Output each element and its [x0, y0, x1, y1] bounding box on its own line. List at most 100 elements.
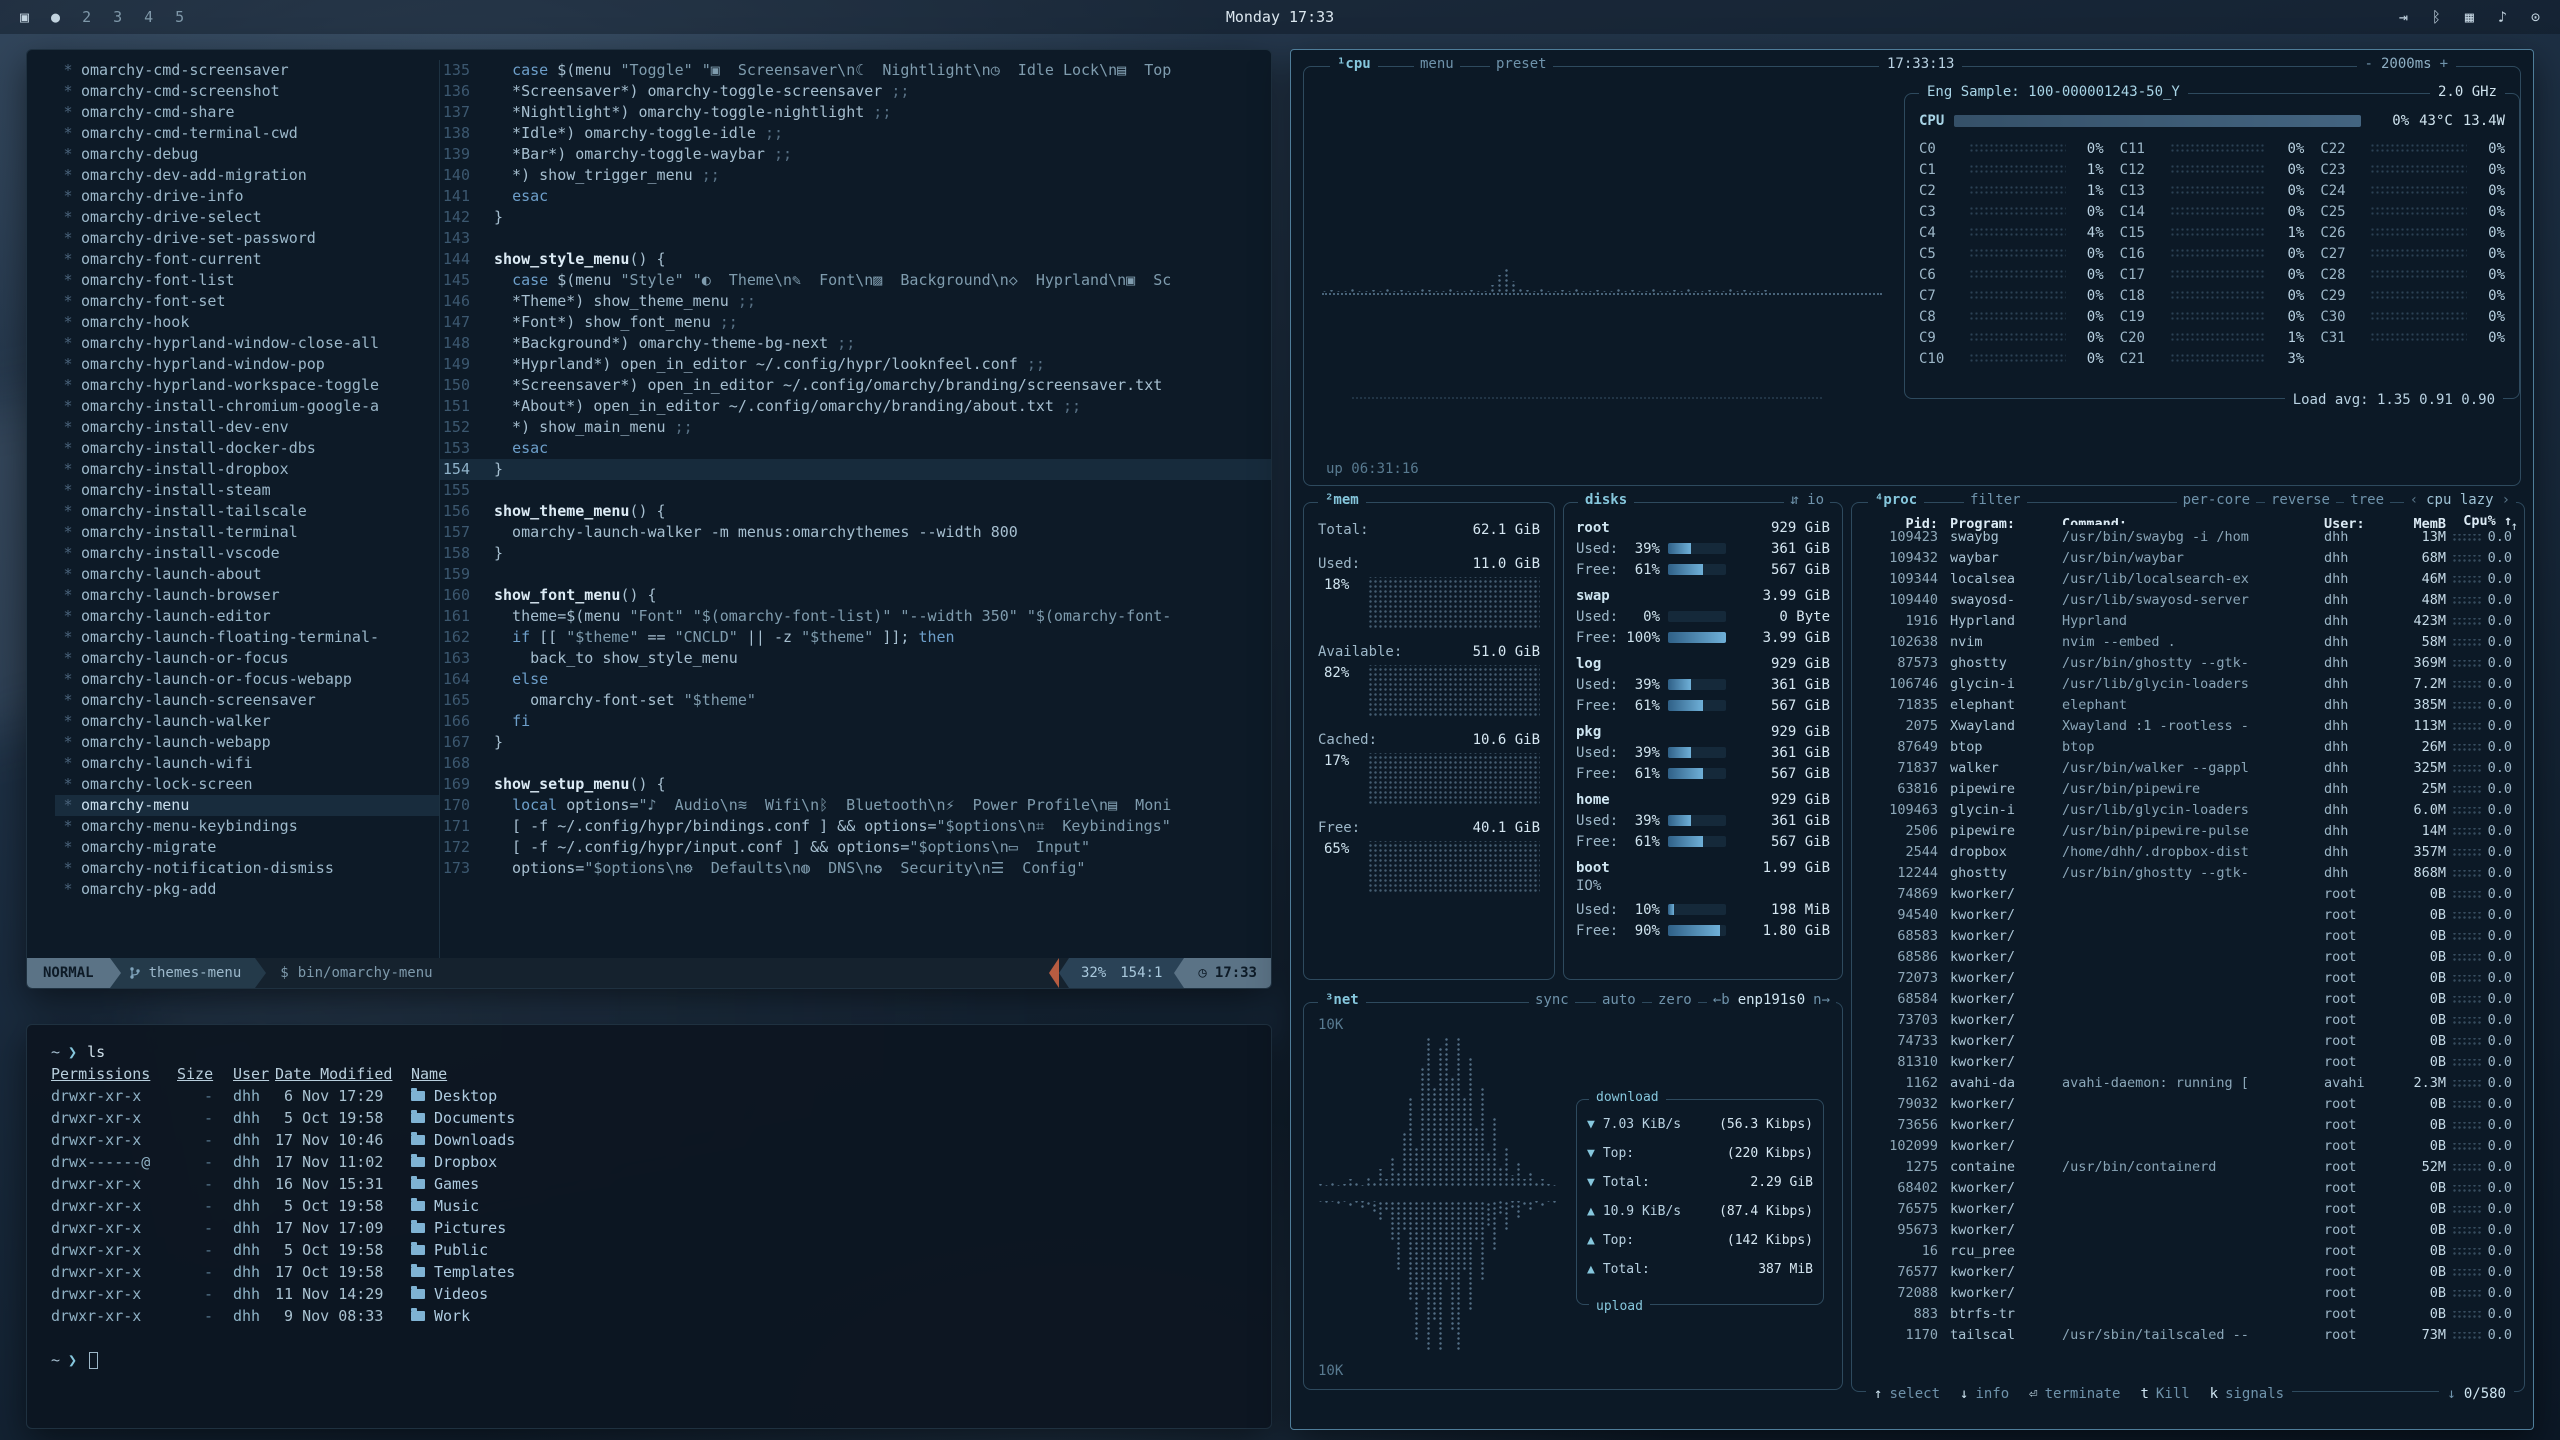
process-row[interactable]: 68583 kworker/ root 0B 0.0 — [1852, 926, 2524, 947]
process-row[interactable]: 74869 kworker/ root 0B 0.0 — [1852, 884, 2524, 905]
code-line[interactable]: 159 — [440, 564, 1271, 585]
sidebar-file-item[interactable]: * omarchy-font-list — [55, 270, 439, 291]
process-row[interactable]: 883 btrfs-tr root 0B 0.0 — [1852, 1304, 2524, 1325]
preset-button[interactable]: preset — [1490, 56, 1553, 72]
process-row[interactable]: 102099 kworker/ root 0B 0.0 — [1852, 1136, 2524, 1157]
code-line[interactable]: 137 *Nightlight*) omarchy-toggle-nightli… — [440, 102, 1271, 123]
workspace-5[interactable]: 5 — [175, 8, 184, 26]
tab-net[interactable]: ³net — [1318, 992, 1366, 1008]
sidebar-file-item[interactable]: * omarchy-launch-floating-terminal- — [55, 627, 439, 648]
process-row[interactable]: 73703 kworker/ root 0B 0.0 — [1852, 1010, 2524, 1031]
process-row[interactable]: 79032 kworker/ root 0B 0.0 — [1852, 1094, 2524, 1115]
process-row[interactable]: 68584 kworker/ root 0B 0.0 — [1852, 989, 2524, 1010]
sidebar-file-item[interactable]: * omarchy-launch-or-focus — [55, 648, 439, 669]
code-line[interactable]: 170 local options="♪ Audio\n≋ Wifi\nᛒ Bl… — [440, 795, 1271, 816]
footer-key[interactable]: ↓ info — [1960, 1386, 2009, 1402]
code-line[interactable]: 167 } — [440, 732, 1271, 753]
process-row[interactable]: 1170 tailscal /usr/sbin/tailscaled -- ro… — [1852, 1325, 2524, 1346]
process-row[interactable]: 95673 kworker/ root 0B 0.0 — [1852, 1220, 2524, 1241]
code-line[interactable]: 164 else — [440, 669, 1271, 690]
process-row[interactable]: 74733 kworker/ root 0B 0.0 — [1852, 1031, 2524, 1052]
process-row[interactable]: 102638 nvim nvim --embed . dhh 58M 0.0 — [1852, 632, 2524, 653]
workspace-window-icon[interactable]: ▣ — [20, 8, 29, 26]
sort-selector[interactable]: ‹ cpu lazy › — [2404, 492, 2516, 508]
sidebar-file-item[interactable]: * omarchy-font-current — [55, 249, 439, 270]
sidebar-file-item[interactable]: * omarchy-install-docker-dbs — [55, 438, 439, 459]
process-row[interactable]: 81310 kworker/ root 0B 0.0 — [1852, 1052, 2524, 1073]
workspace-3[interactable]: 3 — [113, 8, 122, 26]
sidebar-file-item[interactable]: * omarchy-notification-dismiss — [55, 858, 439, 879]
sidebar-file-item[interactable]: * omarchy-hyprland-workspace-toggle — [55, 375, 439, 396]
sidebar-file-item[interactable]: * omarchy-install-vscode — [55, 543, 439, 564]
workspace-2[interactable]: 2 — [82, 8, 91, 26]
code-line[interactable]: 165 omarchy-font-set "$theme" — [440, 690, 1271, 711]
process-row[interactable]: 73656 kworker/ root 0B 0.0 — [1852, 1115, 2524, 1136]
process-row[interactable]: 2544 dropbox /home/dhh/.dropbox-dist dhh… — [1852, 842, 2524, 863]
net-auto-button[interactable]: auto — [1596, 992, 1642, 1008]
process-row[interactable]: 109463 glycin-i /usr/lib/glycin-loaders … — [1852, 800, 2524, 821]
code-line[interactable]: 172 [ -f ~/.config/hypr/input.conf ] && … — [440, 837, 1271, 858]
process-row[interactable]: 109423 swaybg /usr/bin/swaybg -i /hom dh… — [1852, 527, 2524, 548]
code-line[interactable]: 160 show_font_menu() { — [440, 585, 1271, 606]
process-row[interactable]: 72073 kworker/ root 0B 0.0 — [1852, 968, 2524, 989]
process-row[interactable]: 63816 pipewire /usr/bin/pipewire dhh 25M… — [1852, 779, 2524, 800]
sidebar-file-item[interactable]: * omarchy-cmd-screenshot — [55, 81, 439, 102]
bluetooth-icon[interactable]: ᛒ — [2432, 8, 2441, 26]
process-row[interactable]: 109344 localsea /usr/lib/localsearch-ex … — [1852, 569, 2524, 590]
code-line[interactable]: 155 — [440, 480, 1271, 501]
process-row[interactable]: 109432 waybar /usr/bin/waybar dhh 68M 0.… — [1852, 548, 2524, 569]
code-line[interactable]: 156 show_theme_menu() { — [440, 501, 1271, 522]
footer-key[interactable]: ↑ select — [1874, 1386, 1940, 1402]
process-row[interactable]: 106746 glycin-i /usr/lib/glycin-loaders … — [1852, 674, 2524, 695]
interval-minus-button[interactable]: - — [2365, 56, 2373, 72]
sidebar-file-item[interactable]: * omarchy-install-chromium-google-a — [55, 396, 439, 417]
code-line[interactable]: 161 theme=$(menu "Font" "$(omarchy-font-… — [440, 606, 1271, 627]
update-interval[interactable]: - 2000ms + — [2357, 56, 2456, 72]
sidebar-file-item[interactable]: * omarchy-cmd-share — [55, 102, 439, 123]
code-line[interactable]: 168 — [440, 753, 1271, 774]
code-line[interactable]: 162 if [[ "$theme" == "CNCLD" || -z "$th… — [440, 627, 1271, 648]
sidebar-file-item[interactable]: * omarchy-launch-about — [55, 564, 439, 585]
code-line[interactable]: 151 *About*) open_in_editor ~/.config/om… — [440, 396, 1271, 417]
screencast-icon[interactable]: ⇥ — [2399, 8, 2408, 26]
code-line[interactable]: 141 esac — [440, 186, 1271, 207]
footer-key[interactable]: t Kill — [2140, 1386, 2189, 1402]
code-line[interactable]: 157 omarchy-launch-walker -m menus:omarc… — [440, 522, 1271, 543]
sidebar-file-item[interactable]: * omarchy-launch-browser — [55, 585, 439, 606]
sidebar-file-item[interactable]: * omarchy-launch-or-focus-webapp — [55, 669, 439, 690]
code-line[interactable]: 142 } — [440, 207, 1271, 228]
code-line[interactable]: 153 esac — [440, 438, 1271, 459]
process-row[interactable]: 12244 ghostty /usr/bin/ghostty --gtk- dh… — [1852, 863, 2524, 884]
process-row[interactable]: 87649 btop btop dhh 26M 0.0 — [1852, 737, 2524, 758]
code-line[interactable]: 166 fi — [440, 711, 1271, 732]
display-icon[interactable]: ▦ — [2465, 8, 2474, 26]
menu-button[interactable]: menu — [1414, 56, 1460, 72]
process-row[interactable]: 68586 kworker/ root 0B 0.0 — [1852, 947, 2524, 968]
scroll-down-indicator[interactable]: ↓ — [2447, 1386, 2455, 1402]
code-line[interactable]: 140 *) show_trigger_menu ;; — [440, 165, 1271, 186]
process-row[interactable]: 76577 kworker/ root 0B 0.0 — [1852, 1262, 2524, 1283]
process-row[interactable]: 109440 swayosd- /usr/lib/swayosd-server … — [1852, 590, 2524, 611]
footer-key[interactable]: k signals — [2210, 1386, 2284, 1402]
volume-icon[interactable]: ♪ — [2498, 8, 2507, 26]
terminal-input-line[interactable]: ~ ❯ — [51, 1349, 1247, 1371]
sidebar-file-item[interactable]: * omarchy-hyprland-window-pop — [55, 354, 439, 375]
code-line[interactable]: 152 *) show_main_menu ;; — [440, 417, 1271, 438]
code-line[interactable]: 139 *Bar*) omarchy-toggle-waybar ;; — [440, 144, 1271, 165]
sidebar-file-item[interactable]: * omarchy-lock-screen — [55, 774, 439, 795]
sidebar-file-item[interactable]: * omarchy-hyprland-window-close-all — [55, 333, 439, 354]
power-icon[interactable]: ⊙ — [2531, 8, 2540, 26]
tree-button[interactable]: tree — [2344, 492, 2390, 508]
sidebar-file-item[interactable]: * omarchy-pkg-add — [55, 879, 439, 900]
code-line[interactable]: 146 *Theme*) show_theme_menu ;; — [440, 291, 1271, 312]
sidebar-file-item[interactable]: * omarchy-hook — [55, 312, 439, 333]
sidebar-file-item[interactable]: * omarchy-cmd-screensaver — [55, 60, 439, 81]
code-line[interactable]: 171 [ -f ~/.config/hypr/bindings.conf ] … — [440, 816, 1271, 837]
workspace-4[interactable]: 4 — [144, 8, 153, 26]
code-line[interactable]: 143 — [440, 228, 1271, 249]
io-toggle-button[interactable]: ⇵ io — [1784, 492, 1830, 508]
sidebar-file-item[interactable]: * omarchy-drive-set-password — [55, 228, 439, 249]
process-row[interactable]: 2506 pipewire /usr/bin/pipewire-pulse dh… — [1852, 821, 2524, 842]
per-core-button[interactable]: per-core — [2177, 492, 2256, 508]
process-row[interactable]: 2075 Xwayland Xwayland :1 -rootless - dh… — [1852, 716, 2524, 737]
